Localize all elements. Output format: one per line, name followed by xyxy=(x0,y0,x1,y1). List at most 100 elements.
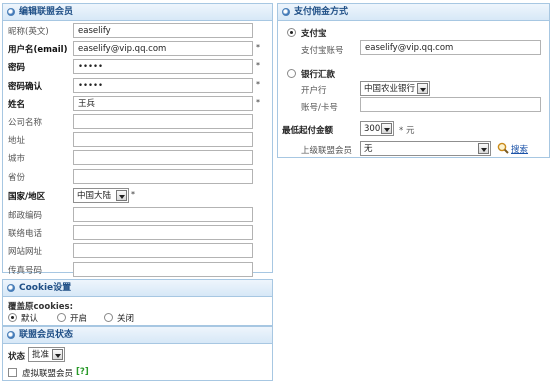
alipay-radio[interactable] xyxy=(287,28,296,37)
field-label: 网站网址 xyxy=(8,247,43,258)
form-row: 昵称(英文) easelify xyxy=(3,22,272,40)
min-amount-value: 300 xyxy=(364,124,381,134)
cookie-option-on: 开启 xyxy=(70,314,88,324)
min-amount-unit: * 元 xyxy=(399,126,415,136)
parent-member-value: 无 xyxy=(364,144,373,154)
virtual-member-checkbox[interactable] xyxy=(8,368,17,377)
field-label: 公司名称 xyxy=(8,118,43,128)
bank-account-input[interactable] xyxy=(360,97,541,112)
form-row: 密码 ••••• * xyxy=(3,58,272,76)
field-label: 密码确认 xyxy=(8,81,43,92)
payment-panel-header: 支付佣金方式 xyxy=(278,4,549,21)
min-amount-select[interactable]: 300 xyxy=(360,121,394,136)
field-label: 省份 xyxy=(8,172,26,183)
magnifier-icon[interactable] xyxy=(497,142,509,154)
cookie-panel-title: Cookie设置 xyxy=(19,283,72,293)
text-input[interactable] xyxy=(73,168,253,184)
bank-name-value: 中国农业银行 xyxy=(364,84,416,94)
cookie-option-default: 默认 xyxy=(21,314,39,324)
field-label: 联络电话 xyxy=(8,229,43,240)
bank-name-label: 开户行 xyxy=(301,86,327,96)
panel-bullet-icon xyxy=(7,284,15,292)
form-row: 省份 xyxy=(3,168,272,186)
search-link[interactable]: 搜索 xyxy=(511,143,528,155)
bank-account-label: 账号/卡号 xyxy=(301,103,338,113)
text-input[interactable]: ••••• xyxy=(73,77,253,93)
form-row: 密码确认 ••••• * xyxy=(3,77,272,95)
parent-member-select[interactable]: 无 xyxy=(360,141,491,156)
payment-panel: 支付佣金方式 支付宝 支付宝账号 easelify@vip.qq.com 银行汇… xyxy=(277,3,550,158)
status-panel-title: 联盟会员状态 xyxy=(19,330,74,340)
country-select[interactable]: 中国大陆 xyxy=(73,187,129,203)
input-value: easelify xyxy=(78,26,111,36)
text-input[interactable] xyxy=(73,261,253,277)
panel-bullet-icon xyxy=(282,8,290,16)
required-mark: * xyxy=(256,61,260,71)
bank-radio[interactable] xyxy=(287,69,296,78)
member-panel-header: 编辑联盟会员 xyxy=(3,4,272,21)
form-row: 用户名(email) easelify@vip.qq.com * xyxy=(3,40,272,58)
help-link[interactable]: [?] xyxy=(76,367,89,377)
form-row: 地址 xyxy=(3,131,272,149)
required-mark: * xyxy=(131,189,135,199)
form-row: 国家/地区 中国大陆 * xyxy=(3,187,272,205)
status-panel: 联盟会员状态 状态 批准 虚拟联盟会员 [?] xyxy=(2,326,273,381)
member-panel-title: 编辑联盟会员 xyxy=(19,7,74,17)
input-value: ••••• xyxy=(78,62,104,73)
form-row: 联络电话 xyxy=(3,224,272,242)
form-row: 邮政编码 xyxy=(3,206,272,224)
form-row: 传真号码 xyxy=(3,261,272,279)
cookie-label: 覆盖原cookies: xyxy=(8,302,74,312)
country-value: 中国大陆 xyxy=(77,190,112,201)
dropdown-arrow-icon xyxy=(478,143,489,154)
parent-member-label: 上级联盟会员 xyxy=(301,146,353,156)
alipay-account-value: easelify@vip.qq.com xyxy=(365,43,454,53)
dropdown-arrow-icon xyxy=(417,83,428,94)
text-input[interactable] xyxy=(73,114,253,129)
cookie-panel: Cookie设置 覆盖原cookies: 默认 开启 关闭 xyxy=(2,279,273,326)
form-row: 公司名称 xyxy=(3,113,272,131)
dropdown-arrow-icon xyxy=(381,123,392,134)
required-mark: * xyxy=(256,79,260,89)
cookie-radio-default[interactable] xyxy=(8,313,17,322)
form-row: 网站网址 xyxy=(3,242,272,260)
field-label: 姓名 xyxy=(8,99,26,110)
cookie-radio-off[interactable] xyxy=(104,313,113,322)
field-label: 用户名(email) xyxy=(8,45,68,56)
status-label: 状态 xyxy=(8,352,26,362)
status-select[interactable]: 批准 xyxy=(28,347,65,362)
min-amount-label: 最低起付金额 xyxy=(282,126,334,136)
text-input[interactable]: 王兵 xyxy=(73,95,253,111)
alipay-account-label: 支付宝账号 xyxy=(301,46,344,56)
text-input[interactable] xyxy=(73,207,253,222)
alipay-label: 支付宝 xyxy=(301,29,327,39)
text-input[interactable]: ••••• xyxy=(73,59,253,75)
text-input[interactable] xyxy=(73,150,253,166)
input-value: 王兵 xyxy=(78,98,96,109)
payment-panel-title: 支付佣金方式 xyxy=(294,7,349,17)
text-input[interactable] xyxy=(73,132,253,148)
cookie-radio-on[interactable] xyxy=(57,313,66,322)
required-mark: * xyxy=(256,43,260,53)
form-row: 姓名 王兵 * xyxy=(3,95,272,113)
status-panel-header: 联盟会员状态 xyxy=(3,327,272,344)
bank-name-select[interactable]: 中国农业银行 xyxy=(360,81,430,96)
field-label: 国家/地区 xyxy=(8,191,46,202)
form-row: 城市 xyxy=(3,149,272,167)
field-label: 昵称(英文) xyxy=(8,27,49,37)
dropdown-arrow-icon xyxy=(52,349,63,360)
field-label: 地址 xyxy=(8,136,26,147)
text-input[interactable]: easelify xyxy=(73,23,253,38)
text-input[interactable]: easelify@vip.qq.com xyxy=(73,41,253,57)
dropdown-arrow-icon xyxy=(116,189,127,201)
text-input[interactable] xyxy=(73,225,253,241)
required-mark: * xyxy=(256,97,260,107)
virtual-member-label: 虚拟联盟会员 xyxy=(22,369,74,379)
member-panel: 编辑联盟会员 昵称(英文) easelify 用户名(email) easelify@… xyxy=(2,3,273,277)
text-input[interactable] xyxy=(73,243,253,259)
alipay-account-input[interactable]: easelify@vip.qq.com xyxy=(360,40,541,55)
field-label: 城市 xyxy=(8,154,26,165)
cookie-panel-header: Cookie设置 xyxy=(3,280,272,297)
field-label: 邮政编码 xyxy=(8,211,43,221)
input-value: easelify@vip.qq.com xyxy=(78,44,167,55)
